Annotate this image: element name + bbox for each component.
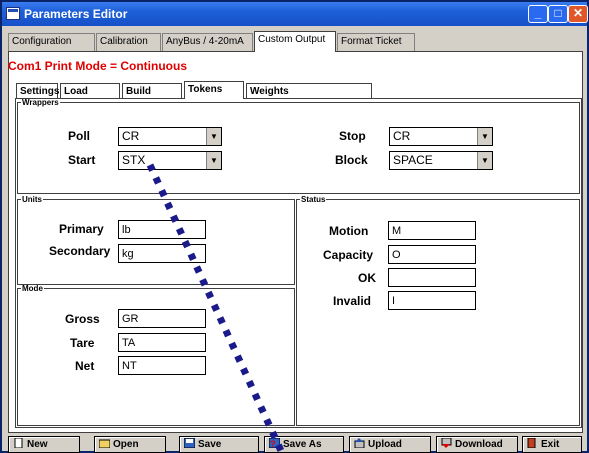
upload-button-label: Upload [368,439,402,450]
primary-input[interactable]: lb [118,220,206,239]
secondary-label: Secondary [49,244,111,258]
tab-custom-output[interactable]: Custom Output [254,31,336,52]
download-button-label: Download [455,439,503,450]
units-group: Units [17,195,295,285]
maximize-button[interactable]: □ [548,5,568,23]
status-legend: Status [301,195,326,204]
open-button[interactable]: Open [94,436,166,453]
stop-select[interactable]: CR ▼ [389,127,493,146]
bottom-toolbar: New Open Save ? Save As Upload Download E… [8,436,583,453]
tab-format-ticket[interactable]: Format Ticket [337,33,415,51]
parameters-editor-window: Parameters Editor _ □ ✕ Configuration Ca… [0,0,589,453]
capacity-label: Capacity [323,248,374,262]
primary-label: Primary [59,222,104,236]
save-as-button[interactable]: ? Save As [264,436,344,453]
start-value: STX [122,153,146,167]
new-document-icon [14,438,23,448]
block-select[interactable]: SPACE ▼ [389,151,493,170]
app-icon [6,7,20,20]
save-button-label: Save [198,439,222,450]
invalid-input[interactable]: I [388,291,476,310]
chevron-down-icon[interactable]: ▼ [477,152,492,169]
chevron-down-icon[interactable]: ▼ [206,128,221,145]
chevron-down-icon[interactable]: ▼ [206,152,221,169]
save-button[interactable]: Save [179,436,259,453]
download-icon [441,438,452,448]
svg-text:?: ? [270,439,276,448]
ok-label: OK [358,271,376,285]
stop-label: Stop [339,129,366,143]
wrappers-legend: Wrappers [22,98,59,107]
tab-configuration[interactable]: Configuration [8,33,95,51]
mode-legend: Mode [22,284,43,293]
motion-label: Motion [329,224,369,238]
exit-door-icon [527,438,536,448]
exit-button[interactable]: Exit [522,436,582,453]
start-select[interactable]: STX ▼ [118,151,222,170]
mode-group: Mode [17,284,295,426]
save-as-icon: ? [269,438,280,448]
units-legend: Units [22,195,42,204]
subtab-build[interactable]: Build [122,83,182,99]
new-button[interactable]: New [8,436,80,453]
download-button[interactable]: Download [436,436,518,453]
upload-button[interactable]: Upload [349,436,431,453]
subtab-settings[interactable]: Settings [16,83,59,99]
subtab-tokens[interactable]: Tokens [184,81,244,99]
secondary-input[interactable]: kg [118,244,206,263]
tare-label: Tare [70,336,95,350]
close-button[interactable]: ✕ [568,5,588,23]
capacity-input[interactable]: O [388,245,476,264]
new-button-label: New [27,439,48,450]
chevron-down-icon[interactable]: ▼ [477,128,492,145]
net-label: Net [75,359,95,373]
poll-select[interactable]: CR ▼ [118,127,222,146]
wrappers-group: Wrappers [17,98,580,194]
ok-input[interactable] [388,268,476,287]
upload-icon [354,438,365,448]
stop-value: CR [393,129,411,143]
save-as-button-label: Save As [283,439,322,450]
gross-label: Gross [65,312,100,326]
tab-calibration[interactable]: Calibration [96,33,161,51]
title-bar[interactable]: Parameters Editor _ □ ✕ [2,2,588,26]
minimize-button[interactable]: _ [528,5,548,23]
subtab-weights[interactable]: Weights [246,83,372,99]
subtab-load[interactable]: Load [60,83,120,99]
tare-input[interactable]: TA [118,333,206,352]
block-value: SPACE [393,153,433,167]
start-label: Start [68,153,96,167]
poll-label: Poll [68,129,91,143]
invalid-label: Invalid [333,294,372,308]
open-button-label: Open [113,439,139,450]
tab-anybus[interactable]: AnyBus / 4-20mA [162,33,253,51]
open-folder-icon [99,439,110,448]
net-input[interactable]: NT [118,356,206,375]
window-title: Parameters Editor [24,7,128,21]
motion-input[interactable]: M [388,221,476,240]
block-label: Block [335,153,368,167]
exit-button-label: Exit [541,439,560,450]
gross-input[interactable]: GR [118,309,206,328]
print-mode-status: Com1 Print Mode = Continuous [8,59,187,73]
save-disk-icon [184,438,195,448]
poll-value: CR [122,129,140,143]
